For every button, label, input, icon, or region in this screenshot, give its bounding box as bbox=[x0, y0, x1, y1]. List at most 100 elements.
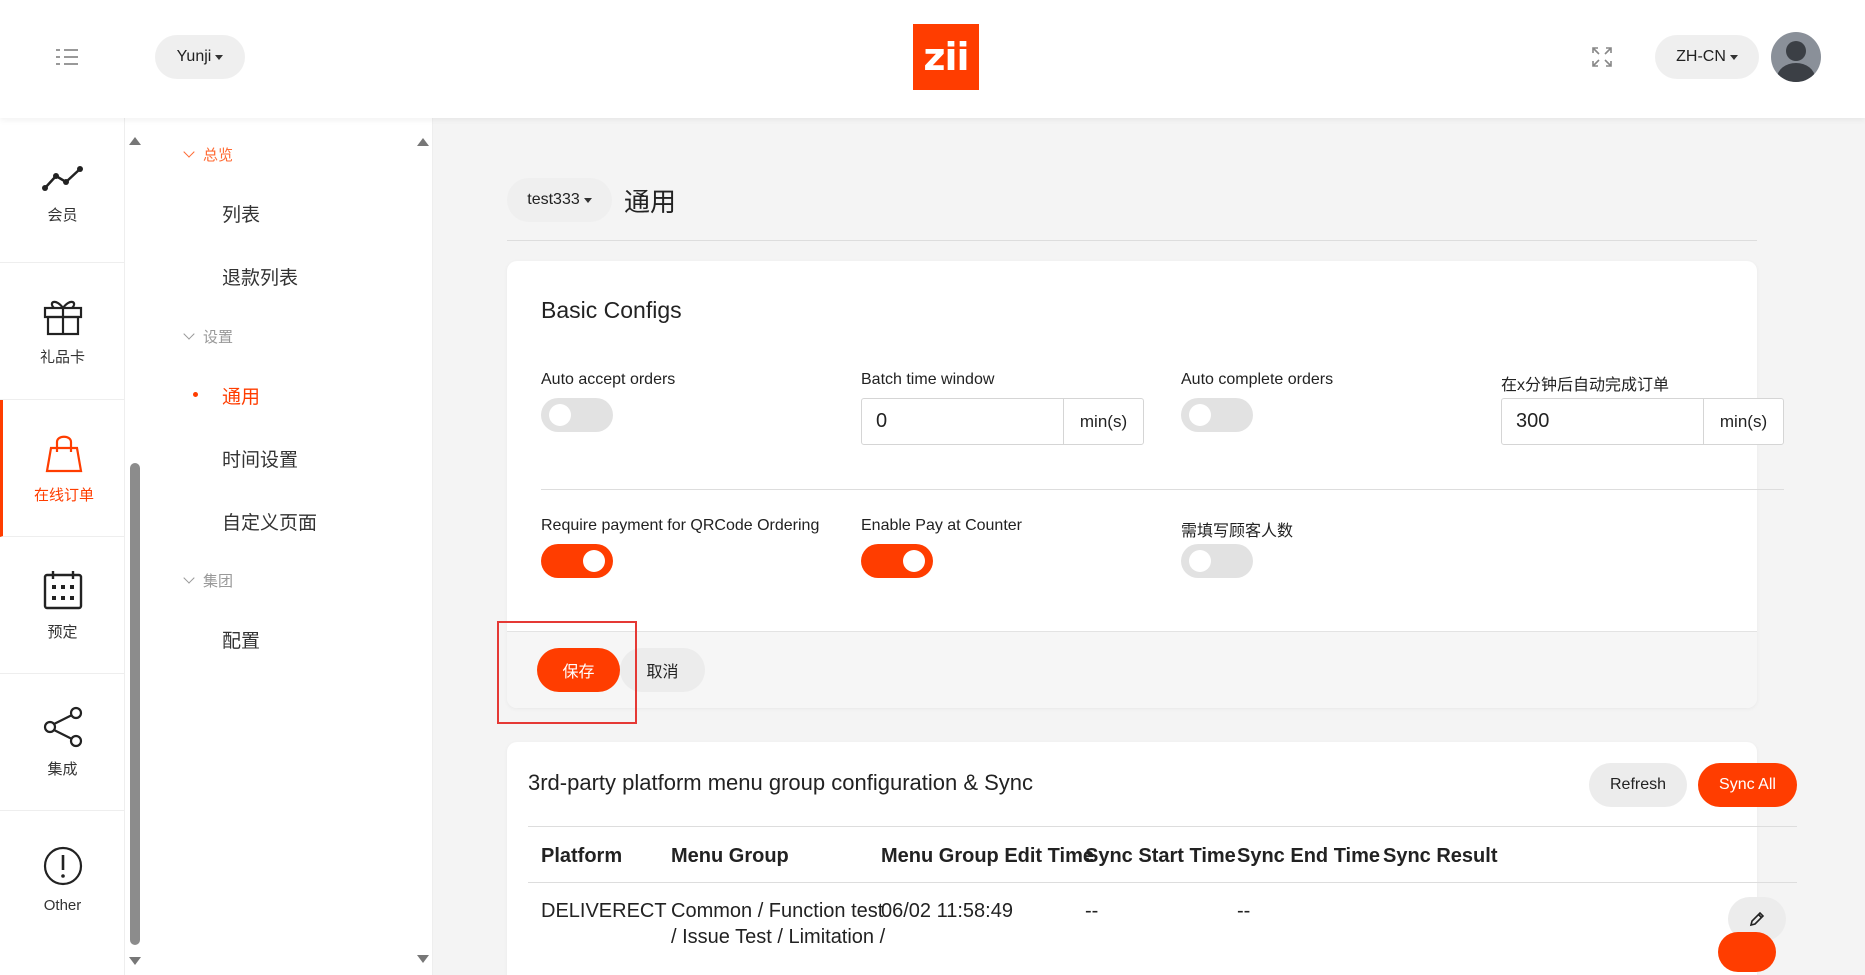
active-dot bbox=[193, 392, 198, 397]
column-header: Sync End Time bbox=[1237, 845, 1381, 867]
chevron-down-icon bbox=[215, 54, 224, 60]
logo-text: zii bbox=[923, 35, 969, 79]
chevron-down-icon bbox=[183, 572, 195, 584]
column-header: Platform bbox=[541, 845, 623, 867]
rail-item-integration[interactable]: 集成 bbox=[0, 674, 125, 811]
module-rail: 会员 礼品卡 在线订单 预定 集成 Other bbox=[0, 118, 125, 975]
menu-group-cell: Common / Function test bbox=[671, 900, 884, 922]
main-content: test333 通用 Basic Configs Auto accept ord… bbox=[433, 118, 1865, 975]
menu-group-cell-continued: / Issue Test / Limitation / bbox=[671, 926, 886, 948]
store-selector-dropdown[interactable]: test333 bbox=[507, 178, 612, 222]
config-divider bbox=[541, 489, 1784, 490]
rail-item-other[interactable]: Other bbox=[0, 811, 125, 948]
shopping-bag-icon bbox=[45, 435, 83, 472]
column-header: Menu Group bbox=[671, 845, 789, 867]
guest-count-toggle[interactable] bbox=[1181, 544, 1253, 578]
calendar-icon bbox=[43, 570, 82, 609]
submenu-group-settings[interactable]: 设置 bbox=[183, 326, 234, 347]
scroll-up-arrow-icon[interactable] bbox=[417, 138, 429, 146]
sync-end-cell: -- bbox=[1237, 900, 1251, 922]
submenu-item-general[interactable]: 通用 bbox=[222, 382, 260, 409]
sync-start-cell: -- bbox=[1085, 900, 1099, 922]
page-title-row: test333 通用 bbox=[507, 178, 676, 222]
sync-row-button[interactable] bbox=[1718, 932, 1776, 972]
pay-at-counter-toggle[interactable] bbox=[861, 544, 933, 578]
card-footer: 保存 取消 bbox=[507, 631, 1757, 708]
exclamation-circle-icon bbox=[43, 846, 82, 886]
scroll-down-arrow-icon[interactable] bbox=[129, 957, 141, 965]
language-label: ZH-CN bbox=[1676, 48, 1726, 65]
scrollbar-thumb[interactable] bbox=[130, 463, 140, 945]
store-selector-label: test333 bbox=[527, 191, 580, 208]
zii-logo: zii bbox=[913, 24, 979, 90]
page-title: 通用 bbox=[624, 186, 677, 217]
rail-item-reservation[interactable]: 预定 bbox=[0, 537, 125, 674]
complete-after-input[interactable] bbox=[1502, 399, 1703, 444]
auto-complete-toggle[interactable] bbox=[1181, 398, 1253, 432]
fullscreen-icon[interactable] bbox=[1591, 46, 1613, 68]
rail-item-label: 会员 bbox=[47, 206, 78, 224]
rail-item-label: 在线订单 bbox=[33, 486, 94, 504]
rail-item-gift-card[interactable]: 礼品卡 bbox=[0, 263, 125, 400]
column-header: Sync Result bbox=[1383, 845, 1498, 867]
rail-item-label: 集成 bbox=[47, 760, 78, 778]
user-avatar[interactable] bbox=[1771, 32, 1821, 82]
submenu-group-label: 集团 bbox=[203, 573, 234, 590]
submenu-item-time-settings[interactable]: 时间设置 bbox=[222, 445, 298, 472]
batch-window-input-group: min(s) bbox=[861, 398, 1144, 445]
rail-item-label: Other bbox=[43, 897, 82, 914]
scroll-up-arrow-icon[interactable] bbox=[129, 137, 141, 145]
submenu-item-custom-page[interactable]: 自定义页面 bbox=[222, 508, 317, 535]
require-payment-label: Require payment for QRCode Ordering bbox=[541, 517, 820, 534]
table-header-divider bbox=[528, 882, 1797, 883]
menu-toggle-icon[interactable] bbox=[56, 48, 86, 68]
complete-after-label: 在x分钟后自动完成订单 bbox=[1501, 377, 1670, 394]
language-dropdown[interactable]: ZH-CN bbox=[1655, 35, 1759, 79]
rail-item-label: 预定 bbox=[47, 623, 78, 641]
guest-count-label: 需填写顾客人数 bbox=[1181, 523, 1294, 540]
chevron-down-icon bbox=[183, 146, 195, 158]
submenu-panel: 总览 列表 退款列表 设置 通用 时间设置 自定义页面 集团 配置 bbox=[145, 118, 433, 975]
save-highlight-box bbox=[497, 621, 637, 724]
submenu-group-label: 设置 bbox=[203, 329, 234, 346]
submenu-group-overview[interactable]: 总览 bbox=[183, 144, 234, 165]
chevron-down-icon bbox=[583, 197, 592, 203]
batch-window-unit: min(s) bbox=[1063, 399, 1143, 444]
rail-item-members[interactable]: 会员 bbox=[0, 126, 125, 263]
complete-after-input-group: min(s) bbox=[1501, 398, 1784, 445]
submenu-item-list[interactable]: 列表 bbox=[222, 200, 260, 227]
rail-scrollbar[interactable] bbox=[128, 135, 142, 970]
scroll-down-arrow-icon[interactable] bbox=[417, 955, 429, 963]
sync-card: 3rd-party platform menu group configurat… bbox=[507, 742, 1797, 975]
gift-icon bbox=[43, 300, 82, 335]
batch-window-input[interactable] bbox=[862, 399, 1063, 444]
share-icon bbox=[43, 706, 82, 747]
basic-configs-card: Basic Configs Auto accept orders Batch t… bbox=[507, 261, 1784, 708]
org-selector-label: Yunji bbox=[176, 48, 212, 65]
complete-after-unit: min(s) bbox=[1703, 399, 1783, 444]
sync-all-button[interactable]: Sync All bbox=[1698, 763, 1797, 807]
chevron-down-icon bbox=[1729, 54, 1738, 60]
trend-line-icon bbox=[41, 165, 83, 191]
require-payment-toggle[interactable] bbox=[541, 544, 613, 578]
sync-title: 3rd-party platform menu group configurat… bbox=[528, 770, 1034, 795]
auto-accept-label: Auto accept orders bbox=[541, 371, 676, 388]
submenu-item-refund-list[interactable]: 退款列表 bbox=[222, 263, 298, 290]
top-header: Yunji zii ZH-CN bbox=[0, 0, 1865, 118]
batch-window-label: Batch time window bbox=[861, 371, 995, 388]
basic-configs-title: Basic Configs bbox=[541, 297, 682, 323]
edit-time-cell: 06/02 11:58:49 bbox=[881, 900, 1013, 922]
auto-complete-label: Auto complete orders bbox=[1181, 371, 1334, 388]
refresh-button[interactable]: Refresh bbox=[1589, 763, 1687, 807]
submenu-group-group[interactable]: 集团 bbox=[183, 570, 234, 591]
submenu-group-label: 总览 bbox=[203, 147, 234, 164]
org-selector-dropdown[interactable]: Yunji bbox=[155, 35, 245, 79]
submenu-item-config[interactable]: 配置 bbox=[222, 626, 260, 653]
chevron-down-icon bbox=[183, 328, 195, 340]
rail-item-online-orders[interactable]: 在线订单 bbox=[0, 400, 125, 537]
platform-cell: DELIVERECT bbox=[541, 900, 667, 922]
rail-item-label: 礼品卡 bbox=[39, 348, 85, 366]
auto-accept-toggle[interactable] bbox=[541, 398, 613, 432]
table-top-divider bbox=[528, 826, 1797, 827]
pay-at-counter-label: Enable Pay at Counter bbox=[861, 517, 1022, 534]
